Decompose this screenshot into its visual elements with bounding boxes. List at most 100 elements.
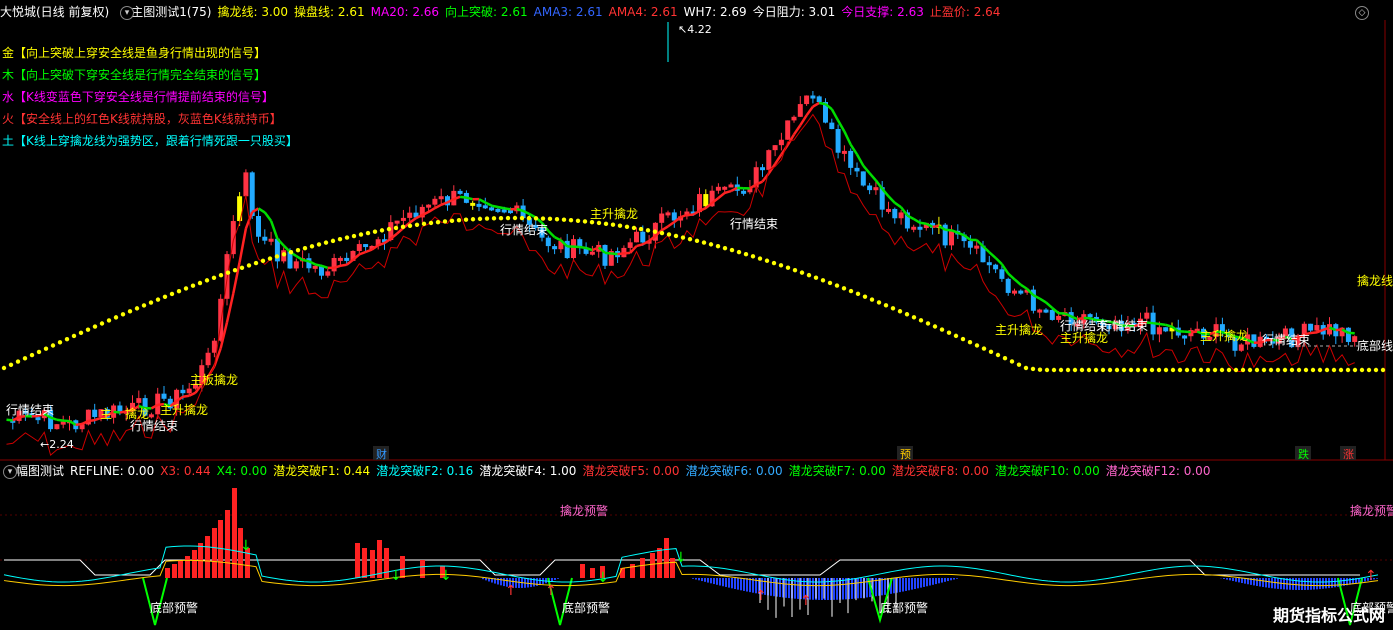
candle-body	[312, 265, 318, 269]
qinlong-dot	[1009, 359, 1015, 364]
candle-body	[337, 257, 343, 261]
qinlong-dot	[1331, 367, 1337, 373]
qinlong-dot	[995, 352, 1001, 358]
sub-red-bar	[384, 548, 389, 578]
candle-body	[898, 212, 904, 219]
candle-body	[432, 198, 438, 205]
qinlong-dot	[666, 232, 672, 237]
stock-chart[interactable]: ↖4.22←2.24行情结束主擒龙 主升擒龙行情结束主板擒龙行情结束主升擒龙行情结…	[0, 0, 1393, 630]
candle-body	[778, 139, 784, 146]
qinlong-dot	[1044, 367, 1050, 373]
qinlong-dot	[883, 303, 889, 308]
ma-line-segment	[88, 418, 95, 423]
qinlong-dot	[827, 280, 833, 286]
chart-annotation-7: 主升擒龙	[590, 206, 638, 221]
qinlong-dot	[582, 219, 588, 224]
candle-body	[476, 203, 482, 207]
qinlong-dot	[99, 321, 105, 326]
candle-body	[974, 245, 980, 249]
sub-red-bar	[172, 564, 177, 578]
qinlong-dot	[1373, 367, 1379, 373]
candle-body	[640, 231, 646, 243]
qinlong-dot	[1289, 367, 1295, 373]
qinlong-dot	[365, 230, 371, 236]
ma-line-segment	[547, 230, 556, 239]
candle-body	[892, 208, 898, 219]
bottom-marker-1: 预	[900, 448, 911, 461]
qinlong-dot	[1065, 367, 1071, 373]
qinlong-dot	[267, 256, 273, 261]
qinlong-dot	[421, 221, 427, 227]
qinlong-dot	[456, 218, 462, 223]
candle-body	[1238, 344, 1244, 351]
candle-body	[841, 150, 847, 154]
bottom-marker-3: 涨	[1343, 448, 1354, 461]
qinlong-dot	[1107, 367, 1113, 373]
qinlong-dot	[113, 315, 119, 320]
qinlong-dot	[43, 346, 49, 351]
candle-body	[60, 421, 66, 425]
qinlong-dot	[834, 283, 840, 288]
ma-line-segment	[516, 207, 524, 213]
bottom-marker-0: 财	[376, 447, 387, 461]
candle-body	[1043, 309, 1049, 313]
support-line	[6, 113, 1355, 457]
sub-down-arrow-1: ↓	[390, 568, 402, 584]
sub-header-item-9: 潜龙突破F7: 0.00	[788, 464, 886, 478]
ma-line-segment	[894, 201, 902, 209]
sub-header-item-12: 潜龙突破F12: 0.00	[1105, 464, 1211, 478]
qinlong-dot	[596, 220, 602, 226]
qinlong-dot	[120, 312, 126, 317]
sub-collapse-icon[interactable]: ▾	[3, 465, 17, 479]
candle-body	[180, 389, 186, 394]
ma-line-segment	[913, 217, 921, 224]
qinlong-dot	[561, 217, 567, 222]
ma-line-segment	[358, 250, 367, 256]
qinlong-dot	[547, 216, 553, 222]
qinlong-dot	[1100, 367, 1106, 373]
qinlong-dot	[841, 286, 847, 291]
candle-body	[854, 167, 860, 172]
chart-annotation-14: 行情结束	[1060, 319, 1108, 333]
sub-red-bar	[192, 550, 197, 578]
qinlong-dot	[1268, 367, 1274, 373]
ma-line-segment	[680, 213, 688, 219]
qinlong-dot	[540, 216, 546, 221]
ma-line-segment	[459, 195, 467, 199]
ma-line-segment	[818, 101, 826, 106]
watermark: 期货指标公式网	[1272, 606, 1385, 625]
ma-line-segment	[945, 228, 952, 232]
ma-line-segment	[855, 153, 865, 167]
candle-body	[873, 187, 879, 191]
sub-up-arrow-2: ↑	[755, 588, 767, 604]
qinlong-dot	[85, 327, 91, 332]
qinlong-dot	[309, 244, 315, 249]
qinlong-dot	[708, 242, 714, 247]
ma-line-segment	[340, 263, 347, 267]
ma-line-segment	[988, 251, 997, 259]
chart-annotation-9: 主升擒龙	[995, 322, 1043, 337]
qinlong-dot	[162, 294, 168, 299]
qinlong-dot	[127, 309, 133, 314]
candle-body	[1314, 325, 1320, 331]
qinlong-dot	[169, 291, 175, 297]
qinlong-dot	[743, 252, 749, 257]
qinlong-dot	[911, 315, 917, 320]
qinlong-dot	[729, 247, 735, 253]
qinlong-dot	[106, 318, 112, 323]
ma-line-segment	[667, 220, 676, 228]
chart-annotation-16: 底部线	[1357, 338, 1393, 353]
qinlong-dot	[1338, 367, 1344, 373]
qinlong-dot	[652, 229, 658, 234]
qinlong-dot	[1, 365, 7, 371]
candle-body	[186, 388, 192, 394]
sub-down-arrow-0: ↓	[240, 538, 252, 554]
candle-body	[293, 261, 299, 269]
ma-line-segment	[1045, 301, 1054, 309]
candle-body	[791, 116, 797, 121]
qinlong-dot	[897, 309, 903, 314]
qinlong-dot	[687, 236, 693, 242]
qinlong-dot	[757, 256, 763, 261]
candle-body	[256, 216, 261, 237]
ma-line-segment	[554, 235, 562, 242]
